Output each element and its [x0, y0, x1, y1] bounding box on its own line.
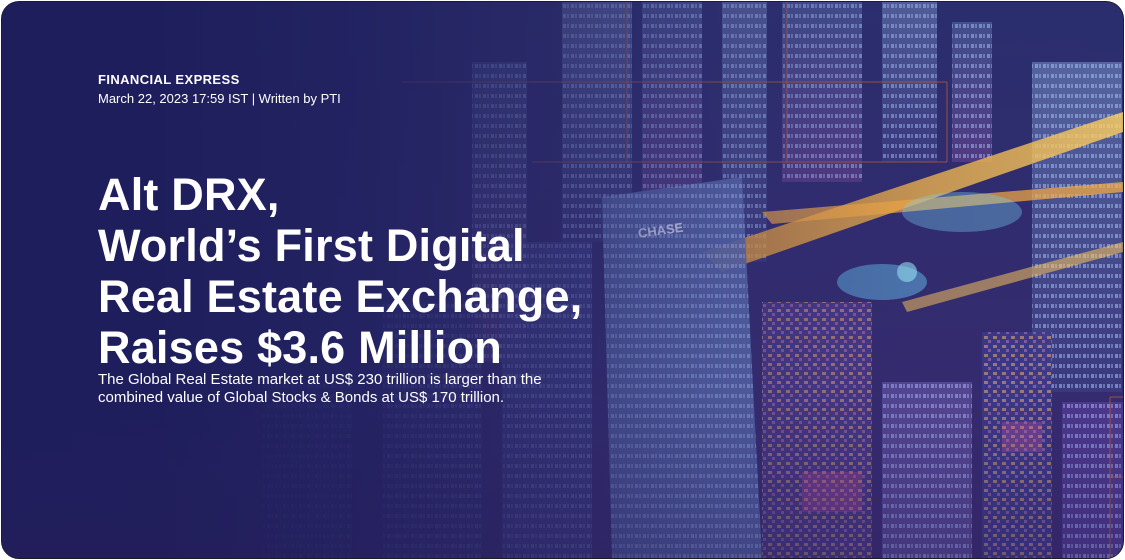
- article-meta: March 22, 2023 17:59 IST | Written by PT…: [98, 91, 341, 106]
- summary-line: combined value of Global Stocks & Bonds …: [98, 389, 505, 406]
- summary-line: The Global Real Estate market at US$ 230…: [98, 371, 542, 388]
- headline[interactable]: Alt DRX, World’s First Digital Real Esta…: [98, 169, 718, 373]
- article-summary: The Global Real Estate market at US$ 230…: [98, 371, 658, 407]
- headline-line: Raises $3.6 Million: [98, 322, 502, 373]
- publication-name: FINANCIAL EXPRESS: [98, 72, 240, 87]
- article-content: FINANCIAL EXPRESS March 22, 2023 17:59 I…: [98, 2, 738, 558]
- article-card[interactable]: CHASE FINANCIAL EX: [1, 1, 1124, 559]
- headline-line: Alt DRX,: [98, 169, 280, 220]
- headline-line: Real Estate Exchange,: [98, 271, 583, 322]
- headline-line: World’s First Digital: [98, 220, 525, 271]
